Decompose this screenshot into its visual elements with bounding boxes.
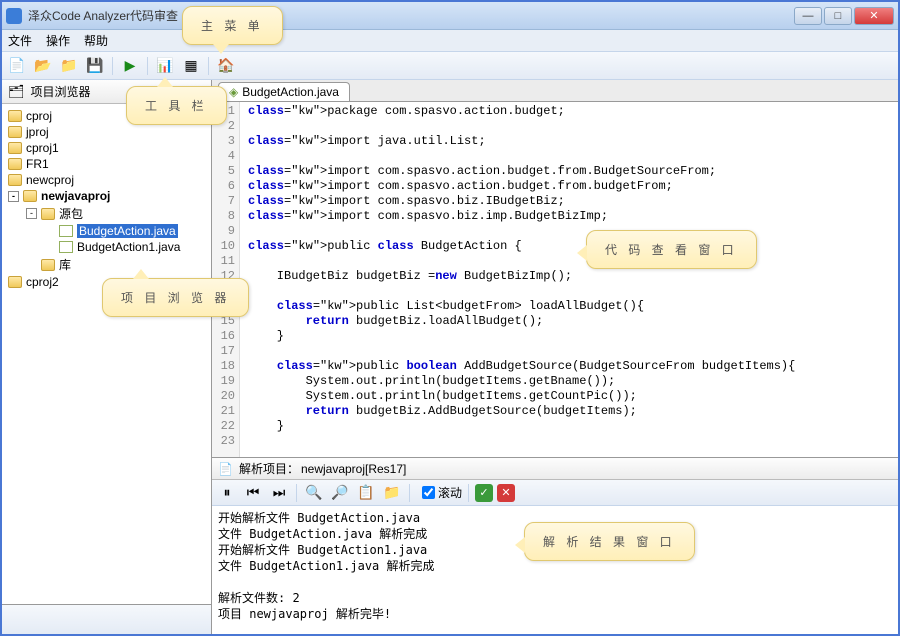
open-button[interactable]: 📂 [32, 55, 54, 77]
separator [112, 57, 113, 75]
callout-project-browser: 项 目 浏 览 器 [102, 278, 249, 317]
file-icon [59, 225, 73, 237]
menubar: 文件 操作 帮助 [2, 30, 898, 52]
scroll-checkbox-input[interactable] [422, 486, 435, 499]
tree-item-BudgetAction-java[interactable]: BudgetAction.java [4, 223, 209, 239]
folder-button[interactable]: 📁 [381, 482, 403, 504]
output-header-project: newjavaproj[Res17] [301, 462, 406, 476]
tree-item-newjavaproj[interactable]: - newjavaproj [4, 188, 209, 204]
run-button[interactable]: ▶ [119, 55, 141, 77]
output-header-prefix: 解析项目： [239, 460, 299, 477]
separator [296, 484, 297, 502]
tree-label: BudgetAction.java [77, 224, 178, 238]
clear-button[interactable]: ✕ [497, 484, 515, 502]
callout-toolbar: 工 具 栏 [126, 86, 227, 125]
tree-item-BudgetAction1-java[interactable]: BudgetAction1.java [4, 239, 209, 255]
tree-label: jproj [26, 125, 49, 139]
pkg-icon [41, 208, 55, 220]
menu-help[interactable]: 帮助 [84, 32, 108, 49]
separator [468, 484, 469, 502]
callout-main-menu: 主 菜 单 [182, 6, 283, 45]
tree-label: cproj1 [26, 141, 59, 155]
zoomout-button[interactable]: 🔎 [329, 482, 351, 504]
editor-tab-label: BudgetAction.java [242, 85, 339, 99]
project-browser-label: 项目浏览器 [31, 83, 91, 100]
callout-code-view: 代 码 查 看 窗 口 [586, 230, 757, 269]
folder-icon [8, 126, 22, 138]
doc-icon: 📄 [218, 462, 233, 476]
separator [409, 484, 410, 502]
tree-item--[interactable]: 库 [4, 255, 209, 274]
stepback-button[interactable]: ⏮ [242, 482, 264, 504]
folder-icon [8, 142, 22, 154]
app-icon [6, 8, 22, 24]
project-tree[interactable]: cprojjprojcproj1FR1newcproj-newjavaproj-… [2, 104, 211, 604]
titlebar: 泽众Code Analyzer代码审查 — □ ✕ [2, 2, 898, 30]
scroll-label: 滚动 [438, 484, 462, 501]
grid-button[interactable]: ▦ [180, 55, 202, 77]
window-title: 泽众Code Analyzer代码审查 [28, 7, 794, 24]
folder-icon [8, 174, 22, 186]
folder-icon [23, 190, 37, 202]
tree-item-jproj[interactable]: jproj [4, 124, 209, 140]
copy-button[interactable]: 📋 [355, 482, 377, 504]
open2-button[interactable]: 📁 [58, 55, 80, 77]
tree-item--[interactable]: - 源包 [4, 204, 209, 223]
close-button[interactable]: ✕ [854, 7, 894, 25]
tree-label: newjavaproj [41, 189, 110, 203]
scroll-checkbox[interactable]: 滚动 [422, 484, 462, 501]
tree-label: FR1 [26, 157, 49, 171]
stepfwd-button[interactable]: ⏭ [268, 482, 290, 504]
file-icon [59, 241, 73, 253]
menu-file[interactable]: 文件 [8, 32, 32, 49]
left-bottom-bar [2, 604, 211, 634]
folder-icon [8, 110, 22, 122]
pkg-icon [41, 259, 55, 271]
maximize-button[interactable]: □ [824, 7, 852, 25]
tree-label: BudgetAction1.java [77, 240, 180, 254]
new-button[interactable]: 📄 [6, 55, 28, 77]
tree-label: cproj2 [26, 275, 59, 289]
output-toolbar: ⏸ ⏮ ⏭ 🔍 🔎 📋 📁 滚动 ✓ ✕ [212, 480, 898, 506]
toolbar: 📄 📂 📁 💾 ▶ 📊 ▦ 🏠 [2, 52, 898, 80]
code-editor-panel: ◈ BudgetAction.java 1 2 3 4 5 6 7 8 9 10… [212, 80, 898, 458]
save-button[interactable]: 💾 [84, 55, 106, 77]
tree-item-cproj1[interactable]: cproj1 [4, 140, 209, 156]
editor-tab[interactable]: ◈ BudgetAction.java [218, 82, 350, 101]
folder-icon [8, 276, 22, 288]
expander-icon[interactable]: - [8, 191, 19, 202]
tree-icon: 🗂 [8, 84, 25, 100]
tree-label: 源包 [59, 205, 83, 222]
editor-tabs: ◈ BudgetAction.java [212, 80, 898, 102]
tree-item-FR1[interactable]: FR1 [4, 156, 209, 172]
code-text[interactable]: class="kw">package com.spasvo.action.bud… [240, 102, 898, 457]
folder-icon [8, 158, 22, 170]
zoomin-button[interactable]: 🔍 [303, 482, 325, 504]
separator [208, 57, 209, 75]
tree-item-newcproj[interactable]: newcproj [4, 172, 209, 188]
minimize-button[interactable]: — [794, 7, 822, 25]
file-icon: ◈ [229, 85, 238, 99]
tree-label: 库 [59, 256, 71, 273]
chart-button[interactable]: 📊 [154, 55, 176, 77]
separator [147, 57, 148, 75]
project-browser-panel: 🗂 项目浏览器 cprojjprojcproj1FR1newcproj-newj… [2, 80, 212, 634]
callout-result-view: 解 析 结 果 窗 口 [524, 522, 695, 561]
expander-icon[interactable]: - [26, 208, 37, 219]
pause-button[interactable]: ⏸ [216, 482, 238, 504]
output-header: 📄 解析项目： newjavaproj[Res17] [212, 458, 898, 480]
tree-label: newcproj [26, 173, 74, 187]
tree-label: cproj [26, 109, 52, 123]
confirm-button[interactable]: ✓ [475, 484, 493, 502]
menu-operate[interactable]: 操作 [46, 32, 70, 49]
home-button[interactable]: 🏠 [215, 55, 237, 77]
